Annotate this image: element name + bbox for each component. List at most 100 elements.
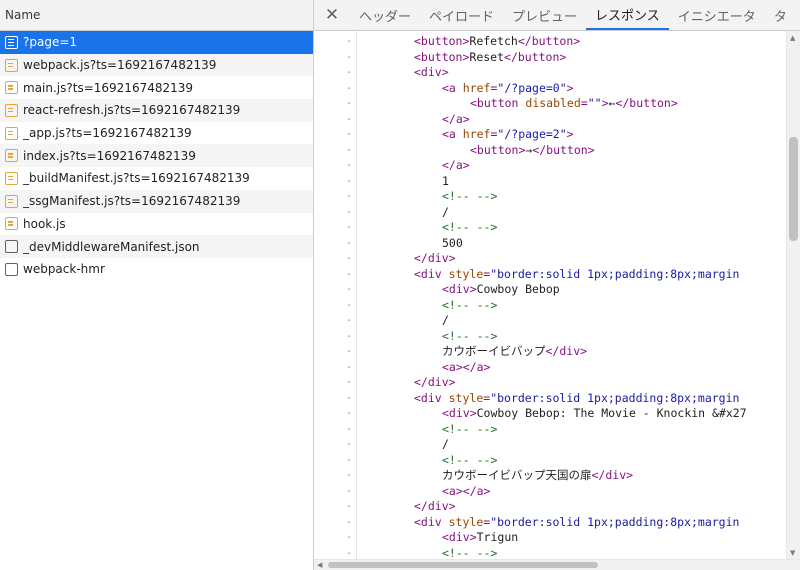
script-icon <box>5 103 18 117</box>
code-tag: </a> <box>442 111 470 126</box>
script-icon <box>5 217 18 231</box>
detail-tab-bar: ✕ ヘッダー ペイロード プレビュー レスポンス イニシエータタ <box>314 0 800 31</box>
gutter-mark: - <box>346 160 353 171</box>
request-name: _buildManifest.js?ts=1692167482139 <box>23 171 250 186</box>
request-name: main.js?ts=1692167482139 <box>23 80 194 95</box>
code-value: "/?page=2" <box>497 127 567 141</box>
script-icon <box>5 194 18 208</box>
code-line: - </a> <box>314 112 786 128</box>
gutter-mark: - <box>346 36 353 47</box>
code-tag: </div> <box>591 468 634 482</box>
request-row[interactable]: _ssgManifest.js?ts=1692167482139 <box>0 189 313 213</box>
code-value: "border:solid 1px;padding:8px;margin <box>490 514 740 529</box>
gutter-mark: - <box>346 191 353 202</box>
request-row[interactable]: main.js?ts=1692167482139 <box>0 76 313 99</box>
horizontal-scroll-thumb[interactable] <box>328 562 598 568</box>
code-line: - <!-- --> <box>314 189 786 205</box>
devtools-network-panel: Name ?page=1 webpack.js?ts=1692167482139 m… <box>0 0 800 570</box>
request-row[interactable]: index.js?ts=1692167482139 <box>0 144 313 168</box>
tab-4[interactable]: レスポンス <box>586 0 669 30</box>
request-row[interactable]: _buildManifest.js?ts=1692167482139 <box>0 167 313 190</box>
code-tag: </a> <box>462 359 491 374</box>
response-source-view[interactable]: - <button>Refetch</button> - <button>Reset<… <box>314 31 786 559</box>
vertical-scrollbar[interactable]: ▲ ▼ <box>786 31 800 559</box>
code-line: -1 <box>314 174 786 190</box>
tab-3[interactable]: プレビュー <box>503 0 586 30</box>
code-tag: <button> <box>470 142 526 157</box>
code-tag: = <box>580 96 588 110</box>
request-row[interactable]: react-refresh.js?ts=1692167482139 <box>0 99 313 122</box>
scroll-up-icon[interactable]: ▲ <box>790 33 795 43</box>
code-tag: <div> <box>414 65 449 79</box>
file-icon <box>5 262 18 276</box>
code-tag: </div> <box>414 499 456 513</box>
code-tag: <a> <box>442 483 463 498</box>
request-list: ?page=1 webpack.js?ts=1692167482139 main.j… <box>0 31 313 281</box>
close-icon[interactable]: ✕ <box>314 0 350 30</box>
code-line: - <div style="border:solid 1px;padding:8p… <box>314 515 786 531</box>
code-line: - <!-- --> <box>314 422 786 438</box>
code-line: - <!-- --> <box>314 546 786 560</box>
vertical-scroll-thumb[interactable] <box>789 137 798 241</box>
scroll-down-icon[interactable]: ▼ <box>790 548 795 558</box>
tab-2[interactable]: ペイロード <box>420 0 503 30</box>
code-line: - <div>Cowboy Bebop <box>314 282 786 298</box>
code-tag: </button> <box>532 142 595 157</box>
tab-5[interactable]: イニシエータ <box>669 0 765 30</box>
request-row[interactable]: _app.js?ts=1692167482139 <box>0 122 313 145</box>
code-text: カウボーイビバップ天国の扉 <box>442 468 592 482</box>
code-comment: <!-- --> <box>442 220 498 234</box>
code-attribute: style <box>448 390 484 405</box>
code-comment: <!-- --> <box>442 421 498 436</box>
request-row[interactable]: _devMiddlewareManifest.json <box>0 235 313 258</box>
code-line: - </div> <box>314 375 786 391</box>
code-text: Refetch <box>469 34 518 48</box>
code-value: "/?page=0" <box>497 80 567 95</box>
code-tag: <div> <box>442 282 477 296</box>
code-line: - <button>→</button> <box>314 143 786 159</box>
request-row[interactable]: hook.js <box>0 213 313 236</box>
code-tag: <a <box>442 80 463 95</box>
code-tag: <div> <box>442 406 477 420</box>
gutter-mark: - <box>346 346 353 357</box>
code-attribute: disabled <box>525 96 581 110</box>
code-comment: <!-- --> <box>442 297 498 312</box>
file-icon <box>5 240 18 254</box>
request-name: ?page=1 <box>23 35 78 50</box>
code-line: - <div>Cowboy Bebop: The Movie - Knockin … <box>314 406 786 422</box>
code-text: / <box>442 437 449 451</box>
request-name: react-refresh.js?ts=1692167482139 <box>23 103 241 118</box>
code-tag: </div> <box>414 251 456 265</box>
script-icon <box>5 58 18 72</box>
gutter-mark: - <box>346 222 353 233</box>
name-column-header[interactable]: Name <box>0 0 313 31</box>
code-comment: <!-- --> <box>442 545 498 560</box>
code-tag: <a> <box>442 359 463 374</box>
code-tag: <div <box>414 514 449 529</box>
code-line: - <a></a> <box>314 484 786 500</box>
gutter-mark: - <box>346 547 353 559</box>
code-comment: <!-- --> <box>442 189 498 203</box>
tab-6[interactable]: タ <box>765 0 796 30</box>
request-row[interactable]: ?page=1 <box>0 31 313 54</box>
code-text: Trigun <box>476 530 519 544</box>
scroll-left-icon[interactable]: ◀ <box>317 560 322 570</box>
gutter-mark: - <box>346 408 353 419</box>
horizontal-scrollbar[interactable]: ◀ <box>314 559 800 570</box>
code-line: - </div> <box>314 499 786 515</box>
code-line: - <!-- --> <box>314 298 786 314</box>
request-row[interactable]: webpack.js?ts=1692167482139 <box>0 53 313 77</box>
tab-1[interactable]: ヘッダー <box>350 0 420 30</box>
request-row[interactable]: webpack-hmr <box>0 258 313 281</box>
code-text: Cowboy Bebop: The Movie - Knockin &#x27 <box>476 406 747 420</box>
code-tag: <button> <box>414 49 470 64</box>
gutter-mark: - <box>346 284 353 295</box>
code-tag: <button <box>470 96 526 110</box>
code-line: - <div>Trigun <box>314 530 786 546</box>
code-tag: > <box>601 96 609 110</box>
gutter-mark: - <box>346 51 353 63</box>
request-name: webpack.js?ts=1692167482139 <box>23 58 217 73</box>
code-comment: <!-- --> <box>442 452 498 467</box>
response-panel: ✕ ヘッダー ペイロード プレビュー レスポンス イニシエータタ - <button>Re… <box>314 0 800 570</box>
code-attribute: href <box>462 80 491 95</box>
